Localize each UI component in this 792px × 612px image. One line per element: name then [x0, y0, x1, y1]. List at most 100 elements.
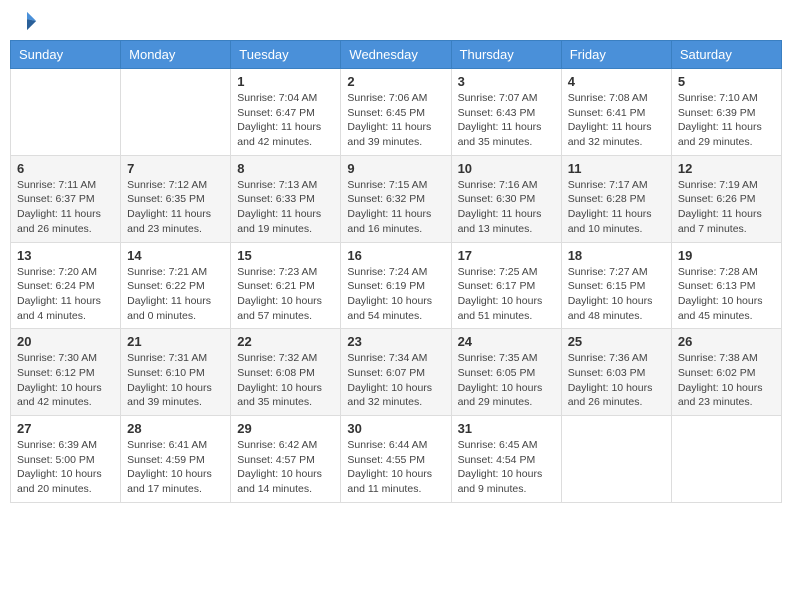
- day-info: Sunrise: 7:36 AM Sunset: 6:03 PM Dayligh…: [568, 351, 665, 410]
- day-cell: 18Sunrise: 7:27 AM Sunset: 6:15 PM Dayli…: [561, 242, 671, 329]
- day-cell: 23Sunrise: 7:34 AM Sunset: 6:07 PM Dayli…: [341, 329, 451, 416]
- day-number: 9: [347, 161, 444, 176]
- weekday-header-friday: Friday: [561, 41, 671, 69]
- day-cell: 29 Sunrise: 6:42 AM Sunset: 4:57 PM Dayli…: [231, 416, 341, 503]
- day-info: Sunrise: 7:19 AM Sunset: 6:26 PM Dayligh…: [678, 178, 775, 237]
- day-cell: 24Sunrise: 7:35 AM Sunset: 6:05 PM Dayli…: [451, 329, 561, 416]
- day-info: Sunrise: 6:45 AM Sunset: 4:54 PM Dayligh…: [458, 438, 555, 497]
- day-info: Sunrise: 7:13 AM Sunset: 6:33 PM Dayligh…: [237, 178, 334, 237]
- day-info: Sunrise: 7:38 AM Sunset: 6:02 PM Dayligh…: [678, 351, 775, 410]
- weekday-header-sunday: Sunday: [11, 41, 121, 69]
- day-cell: 30 Sunrise: 6:44 AM Sunset: 4:55 PM Dayli…: [341, 416, 451, 503]
- day-cell: 3 Sunrise: 7:07 AM Sunset: 6:43 PM Daylig…: [451, 69, 561, 156]
- day-cell: 20 Sunrise: 7:30 AM Sunset: 6:12 PM Dayli…: [11, 329, 121, 416]
- weekday-header-monday: Monday: [121, 41, 231, 69]
- day-number: 12: [678, 161, 775, 176]
- day-cell: [561, 416, 671, 503]
- day-info: Sunrise: 6:42 AM Sunset: 4:57 PM Dayligh…: [237, 438, 334, 497]
- week-row-1: 1 Sunrise: 7:04 AM Sunset: 6:47 PM Daylig…: [11, 69, 782, 156]
- weekday-header-saturday: Saturday: [671, 41, 781, 69]
- day-cell: 14 Sunrise: 7:21 AM Sunset: 6:22 PM Dayli…: [121, 242, 231, 329]
- day-cell: 2Sunrise: 7:06 AM Sunset: 6:45 PM Daylig…: [341, 69, 451, 156]
- day-info: Sunrise: 7:20 AM Sunset: 6:24 PM Dayligh…: [17, 265, 114, 324]
- day-cell: 26 Sunrise: 7:38 AM Sunset: 6:02 PM Dayli…: [671, 329, 781, 416]
- day-number: 13: [17, 248, 114, 263]
- day-number: 19: [678, 248, 775, 263]
- day-info: Sunrise: 7:16 AM Sunset: 6:30 PM Dayligh…: [458, 178, 555, 237]
- day-number: 29: [237, 421, 334, 436]
- day-number: 27: [17, 421, 114, 436]
- day-info: Sunrise: 7:25 AM Sunset: 6:17 PM Dayligh…: [458, 265, 555, 324]
- day-number: 24: [458, 334, 555, 349]
- week-row-4: 20 Sunrise: 7:30 AM Sunset: 6:12 PM Dayli…: [11, 329, 782, 416]
- day-cell: 1 Sunrise: 7:04 AM Sunset: 6:47 PM Daylig…: [231, 69, 341, 156]
- day-cell: [11, 69, 121, 156]
- day-info: Sunrise: 7:28 AM Sunset: 6:13 PM Dayligh…: [678, 265, 775, 324]
- day-info: Sunrise: 7:21 AM Sunset: 6:22 PM Dayligh…: [127, 265, 224, 324]
- day-info: Sunrise: 7:04 AM Sunset: 6:47 PM Dayligh…: [237, 91, 334, 150]
- day-number: 4: [568, 74, 665, 89]
- weekday-header-wednesday: Wednesday: [341, 41, 451, 69]
- day-cell: [121, 69, 231, 156]
- day-cell: 19 Sunrise: 7:28 AM Sunset: 6:13 PM Dayli…: [671, 242, 781, 329]
- day-number: 26: [678, 334, 775, 349]
- day-info: Sunrise: 7:11 AM Sunset: 6:37 PM Dayligh…: [17, 178, 114, 237]
- day-info: Sunrise: 6:44 AM Sunset: 4:55 PM Dayligh…: [347, 438, 444, 497]
- day-cell: 7 Sunrise: 7:12 AM Sunset: 6:35 PM Daylig…: [121, 155, 231, 242]
- day-cell: 31 Sunrise: 6:45 AM Sunset: 4:54 PM Dayli…: [451, 416, 561, 503]
- week-row-2: 6Sunrise: 7:11 AM Sunset: 6:37 PM Daylig…: [11, 155, 782, 242]
- day-number: 31: [458, 421, 555, 436]
- day-cell: 11Sunrise: 7:17 AM Sunset: 6:28 PM Dayli…: [561, 155, 671, 242]
- day-cell: 13 Sunrise: 7:20 AM Sunset: 6:24 PM Dayli…: [11, 242, 121, 329]
- day-number: 5: [678, 74, 775, 89]
- day-cell: 16 Sunrise: 7:24 AM Sunset: 6:19 PM Dayli…: [341, 242, 451, 329]
- day-number: 17: [458, 248, 555, 263]
- day-cell: 5 Sunrise: 7:10 AM Sunset: 6:39 PM Daylig…: [671, 69, 781, 156]
- day-cell: 27Sunrise: 6:39 AM Sunset: 5:00 PM Dayli…: [11, 416, 121, 503]
- page-header: [10, 10, 782, 32]
- day-cell: 15 Sunrise: 7:23 AM Sunset: 6:21 PM Dayli…: [231, 242, 341, 329]
- day-number: 21: [127, 334, 224, 349]
- day-number: 25: [568, 334, 665, 349]
- day-info: Sunrise: 7:07 AM Sunset: 6:43 PM Dayligh…: [458, 91, 555, 150]
- day-cell: 25 Sunrise: 7:36 AM Sunset: 6:03 PM Dayli…: [561, 329, 671, 416]
- day-info: Sunrise: 7:31 AM Sunset: 6:10 PM Dayligh…: [127, 351, 224, 410]
- day-number: 7: [127, 161, 224, 176]
- day-info: Sunrise: 7:15 AM Sunset: 6:32 PM Dayligh…: [347, 178, 444, 237]
- week-row-5: 27Sunrise: 6:39 AM Sunset: 5:00 PM Dayli…: [11, 416, 782, 503]
- day-cell: 12 Sunrise: 7:19 AM Sunset: 6:26 PM Dayli…: [671, 155, 781, 242]
- day-info: Sunrise: 7:30 AM Sunset: 6:12 PM Dayligh…: [17, 351, 114, 410]
- day-info: Sunrise: 7:08 AM Sunset: 6:41 PM Dayligh…: [568, 91, 665, 150]
- week-row-3: 13 Sunrise: 7:20 AM Sunset: 6:24 PM Dayli…: [11, 242, 782, 329]
- day-info: Sunrise: 7:17 AM Sunset: 6:28 PM Dayligh…: [568, 178, 665, 237]
- day-number: 15: [237, 248, 334, 263]
- day-number: 8: [237, 161, 334, 176]
- day-cell: 17 Sunrise: 7:25 AM Sunset: 6:17 PM Dayli…: [451, 242, 561, 329]
- day-number: 16: [347, 248, 444, 263]
- day-cell: 8 Sunrise: 7:13 AM Sunset: 6:33 PM Daylig…: [231, 155, 341, 242]
- day-number: 1: [237, 74, 334, 89]
- day-info: Sunrise: 7:34 AM Sunset: 6:07 PM Dayligh…: [347, 351, 444, 410]
- day-info: Sunrise: 7:10 AM Sunset: 6:39 PM Dayligh…: [678, 91, 775, 150]
- day-info: Sunrise: 7:06 AM Sunset: 6:45 PM Dayligh…: [347, 91, 444, 150]
- day-info: Sunrise: 7:32 AM Sunset: 6:08 PM Dayligh…: [237, 351, 334, 410]
- day-cell: 21 Sunrise: 7:31 AM Sunset: 6:10 PM Dayli…: [121, 329, 231, 416]
- day-cell: 22Sunrise: 7:32 AM Sunset: 6:08 PM Dayli…: [231, 329, 341, 416]
- weekday-header-thursday: Thursday: [451, 41, 561, 69]
- logo: [14, 10, 38, 32]
- day-number: 30: [347, 421, 444, 436]
- weekday-header-tuesday: Tuesday: [231, 41, 341, 69]
- calendar-table: SundayMondayTuesdayWednesdayThursdayFrid…: [10, 40, 782, 503]
- day-info: Sunrise: 7:24 AM Sunset: 6:19 PM Dayligh…: [347, 265, 444, 324]
- day-info: Sunrise: 7:12 AM Sunset: 6:35 PM Dayligh…: [127, 178, 224, 237]
- day-number: 28: [127, 421, 224, 436]
- day-cell: 28Sunrise: 6:41 AM Sunset: 4:59 PM Dayli…: [121, 416, 231, 503]
- day-info: Sunrise: 7:27 AM Sunset: 6:15 PM Dayligh…: [568, 265, 665, 324]
- weekday-header-row: SundayMondayTuesdayWednesdayThursdayFrid…: [11, 41, 782, 69]
- day-cell: 10Sunrise: 7:16 AM Sunset: 6:30 PM Dayli…: [451, 155, 561, 242]
- day-cell: 9 Sunrise: 7:15 AM Sunset: 6:32 PM Daylig…: [341, 155, 451, 242]
- day-number: 14: [127, 248, 224, 263]
- day-info: Sunrise: 7:23 AM Sunset: 6:21 PM Dayligh…: [237, 265, 334, 324]
- day-number: 20: [17, 334, 114, 349]
- day-number: 3: [458, 74, 555, 89]
